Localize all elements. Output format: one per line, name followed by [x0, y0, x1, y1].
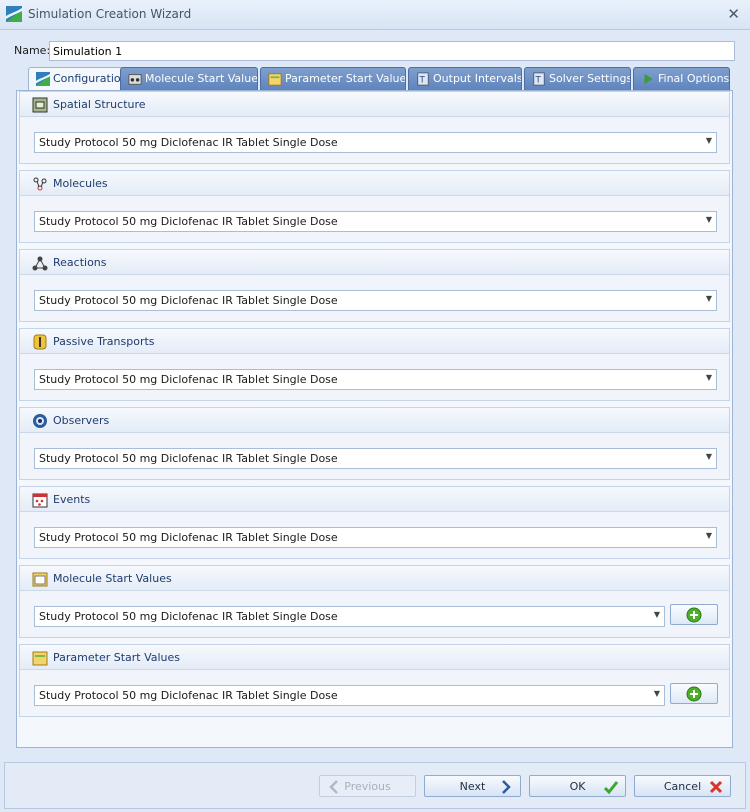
dropdown-arrow-icon[interactable]: ▼ [706, 452, 712, 461]
next-button[interactable]: Next [424, 775, 521, 797]
selected-value: Study Protocol 50 mg Diclofenac IR Table… [39, 452, 338, 465]
close-icon[interactable]: ✕ [727, 5, 740, 23]
group-observers: Observers Study Protocol 50 mg Diclofena… [19, 407, 730, 480]
selected-value: Study Protocol 50 mg Diclofenac IR Table… [39, 610, 338, 623]
tab-label: Parameter Start Values [285, 72, 406, 85]
cancel-x-icon [709, 780, 723, 794]
group-spatial-structure: Spatial Structure Study Protocol 50 mg D… [19, 91, 730, 164]
tab-configuration[interactable]: Configuration [28, 67, 127, 91]
dropdown-arrow-icon[interactable]: ▼ [706, 531, 712, 540]
parameter-start-values-icon [32, 651, 48, 666]
group-title: Events [53, 493, 91, 506]
group-header: Observers [20, 408, 729, 433]
tab-label: Final Options [658, 72, 730, 85]
spatial-structure-icon [32, 97, 48, 113]
selected-value: Study Protocol 50 mg Diclofenac IR Table… [39, 136, 338, 149]
tab-label: Molecule Start Values [145, 72, 258, 85]
molecule-start-values-icon [128, 74, 142, 85]
ok-button[interactable]: OK [529, 775, 626, 797]
group-molecules: Molecules Study Protocol 50 mg Diclofena… [19, 170, 730, 243]
window-title: Simulation Creation Wizard [28, 7, 192, 21]
selected-value: Study Protocol 50 mg Diclofenac IR Table… [39, 215, 338, 228]
dropdown-arrow-icon[interactable]: ▼ [654, 610, 660, 619]
parameter-start-values-icon [268, 73, 282, 86]
tab-parameter-start-values[interactable]: Parameter Start Values [260, 67, 406, 90]
tab-solver-settings[interactable]: T Solver Settings [524, 67, 631, 90]
tab-label: Output Intervals [433, 72, 522, 85]
checkmark-icon [603, 781, 619, 795]
tab-label: Configuration [53, 72, 127, 85]
reactions-select[interactable]: Study Protocol 50 mg Diclofenac IR Table… [34, 290, 717, 311]
dropdown-arrow-icon[interactable]: ▼ [654, 689, 660, 698]
events-select[interactable]: Study Protocol 50 mg Diclofenac IR Table… [34, 527, 717, 548]
svg-text:T: T [535, 76, 542, 86]
add-parameter-start-values-button[interactable] [670, 683, 718, 704]
group-header: Reactions [20, 250, 729, 275]
molecule-start-values-icon [32, 572, 48, 587]
selected-value: Study Protocol 50 mg Diclofenac IR Table… [39, 531, 338, 544]
parameter-start-values-select[interactable]: Study Protocol 50 mg Diclofenac IR Table… [34, 685, 665, 706]
solver-settings-icon: T [533, 72, 545, 86]
group-title: Molecules [53, 177, 108, 190]
selected-value: Study Protocol 50 mg Diclofenac IR Table… [39, 294, 338, 307]
molecule-start-values-select[interactable]: Study Protocol 50 mg Diclofenac IR Table… [34, 606, 665, 627]
group-title: Observers [53, 414, 110, 427]
group-title: Reactions [53, 256, 107, 269]
app-logo-icon [6, 6, 22, 22]
group-molecule-start-values: Molecule Start Values Study Protocol 50 … [19, 565, 730, 638]
spatial-structure-select[interactable]: Study Protocol 50 mg Diclofenac IR Table… [34, 132, 717, 153]
group-header: Events [20, 487, 729, 512]
reactions-icon [32, 256, 48, 271]
previous-button[interactable]: Previous [319, 775, 416, 797]
configuration-panel: Spatial Structure Study Protocol 50 mg D… [16, 90, 733, 748]
tab-output-intervals[interactable]: T Output Intervals [408, 67, 522, 90]
svg-text:T: T [419, 76, 426, 86]
simulation-name-input[interactable] [49, 41, 735, 61]
tab-label: Solver Settings [549, 72, 631, 85]
group-header: Spatial Structure [20, 92, 729, 117]
selected-value: Study Protocol 50 mg Diclofenac IR Table… [39, 689, 338, 702]
name-label: Name: [14, 44, 51, 57]
group-title: Molecule Start Values [53, 572, 172, 585]
group-reactions: Reactions Study Protocol 50 mg Diclofena… [19, 249, 730, 322]
observers-select[interactable]: Study Protocol 50 mg Diclofenac IR Table… [34, 448, 717, 469]
group-header: Parameter Start Values [20, 645, 729, 670]
molecules-select[interactable]: Study Protocol 50 mg Diclofenac IR Table… [34, 211, 717, 232]
group-title: Parameter Start Values [53, 651, 181, 664]
button-label: Previous [344, 780, 391, 793]
final-options-icon [644, 73, 653, 85]
group-header: Passive Transports [20, 329, 729, 354]
group-passive-transports: Passive Transports Study Protocol 50 mg … [19, 328, 730, 401]
arrow-right-icon [502, 780, 511, 794]
dropdown-arrow-icon[interactable]: ▼ [706, 136, 712, 145]
group-header: Molecule Start Values [20, 566, 729, 591]
observers-icon [33, 414, 47, 428]
cancel-button[interactable]: Cancel [634, 775, 731, 797]
group-header: Molecules [20, 171, 729, 196]
group-title: Passive Transports [53, 335, 155, 348]
dropdown-arrow-icon[interactable]: ▼ [706, 294, 712, 303]
selected-value: Study Protocol 50 mg Diclofenac IR Table… [39, 373, 338, 386]
add-icon [686, 607, 702, 623]
title-bar: Simulation Creation Wizard ✕ [0, 0, 750, 30]
passive-transports-icon [33, 334, 47, 350]
add-molecule-start-values-button[interactable] [670, 604, 718, 625]
passive-transports-select[interactable]: Study Protocol 50 mg Diclofenac IR Table… [34, 369, 717, 390]
events-icon [32, 493, 48, 508]
group-parameter-start-values: Parameter Start Values Study Protocol 50… [19, 644, 730, 717]
add-icon [686, 686, 702, 702]
dropdown-arrow-icon[interactable]: ▼ [706, 215, 712, 224]
tab-final-options[interactable]: Final Options [633, 67, 730, 90]
configuration-icon [36, 72, 50, 86]
group-events: Events Study Protocol 50 mg Diclofenac I… [19, 486, 730, 559]
dropdown-arrow-icon[interactable]: ▼ [706, 373, 712, 382]
tab-molecule-start-values[interactable]: Molecule Start Values [120, 67, 258, 90]
group-title: Spatial Structure [53, 98, 146, 111]
output-intervals-icon: T [417, 72, 429, 86]
molecules-icon [33, 177, 47, 191]
